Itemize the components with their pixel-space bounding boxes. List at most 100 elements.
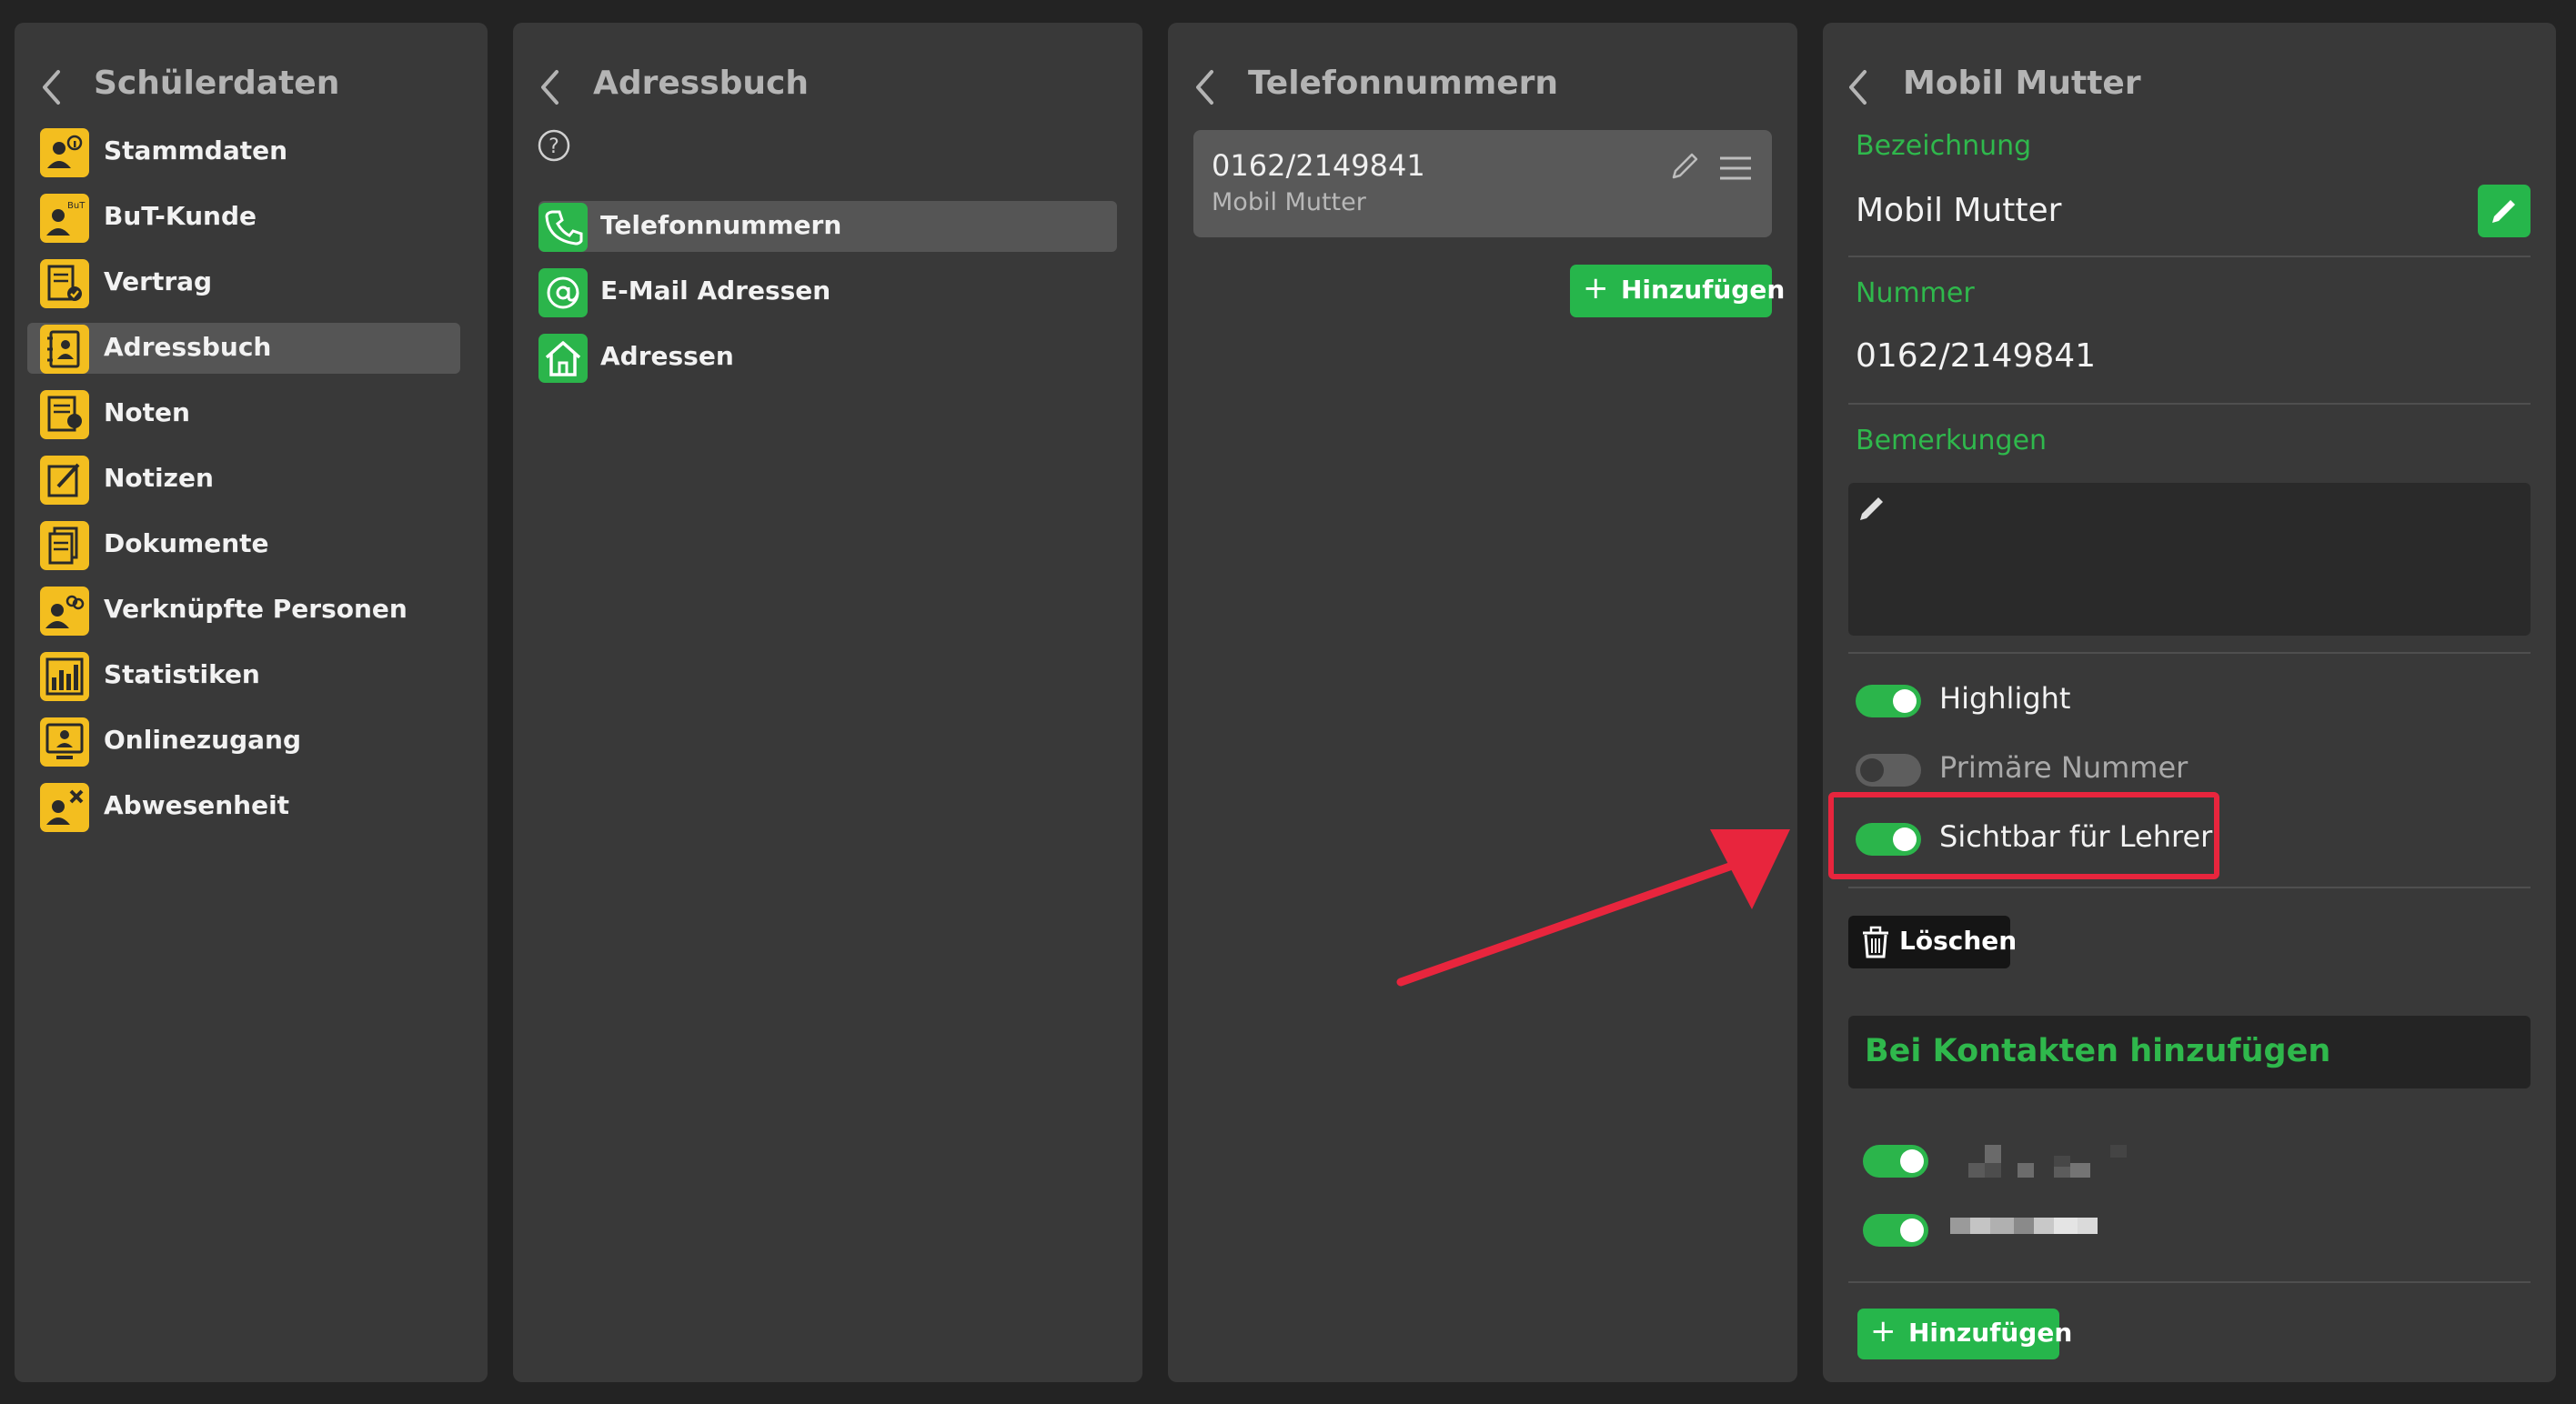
panel-title: Adressbuch: [593, 65, 810, 102]
delete-button[interactable]: Löschen: [1848, 916, 2017, 968]
toggle-knob: [1893, 689, 1917, 713]
notes-icon: [40, 456, 89, 505]
linked-persons-icon: [40, 587, 89, 636]
remarks-textarea[interactable]: [1848, 483, 2531, 636]
red-highlight-box: [1828, 792, 2219, 879]
toggle-knob: [1860, 758, 1884, 782]
divider: [1848, 256, 2531, 257]
help-question-icon[interactable]: ?: [537, 128, 571, 163]
blurred-contact-name: [1950, 1218, 2098, 1234]
remarks-label: Bemerkungen: [1856, 425, 2048, 456]
add-contact-label: Hinzufügen: [1908, 1318, 2073, 1348]
student-data-panel: Schülerdaten Stammdaten BuT BuT-Kunde Ve…: [15, 23, 488, 1382]
addressbook-panel: Adressbuch ? Telefonnummern E-Mail Adres…: [513, 23, 1142, 1382]
designation-value: Mobil Mutter: [1856, 192, 2062, 229]
sidebar-item-statistiken[interactable]: Statistiken: [27, 650, 460, 701]
sidebar-item-notizen[interactable]: Notizen: [27, 454, 460, 505]
phone-entry-number: 0162/2149841: [1212, 148, 1425, 183]
divider: [1848, 652, 2531, 654]
pencil-icon: [2492, 200, 2515, 223]
plus-icon: +: [1583, 270, 1609, 306]
trash-icon: [1863, 926, 1888, 958]
plus-icon: +: [1870, 1313, 1897, 1349]
toggle-knob: [1900, 1149, 1924, 1173]
addressbook-item-label: Telefonnummern: [600, 210, 842, 240]
phone-entry-card[interactable]: 0162/2149841 Mobil Mutter: [1193, 130, 1772, 237]
phone-entry-label: Mobil Mutter: [1212, 188, 1366, 216]
panel-title: Telefonnummern: [1248, 65, 1559, 102]
drag-handle-icon[interactable]: [1717, 154, 1754, 183]
back-chevron-icon[interactable]: [1845, 66, 1872, 108]
addressbook-item-telefonnummern[interactable]: Telefonnummern: [538, 201, 1117, 252]
sidebar-item-verknuepfte-personen[interactable]: Verknüpfte Personen: [27, 585, 460, 636]
address-book-icon: [40, 325, 89, 374]
divider: [1848, 1281, 2531, 1283]
online-access-icon: [40, 717, 89, 767]
sidebar-item-adressbuch[interactable]: Adressbuch: [27, 323, 460, 374]
house-icon: [538, 334, 588, 383]
back-chevron-icon[interactable]: [38, 66, 65, 108]
primary-number-toggle[interactable]: [1856, 754, 1921, 787]
grades-icon: [40, 390, 89, 439]
toggle-knob: [1900, 1218, 1924, 1242]
svg-text:?: ?: [548, 135, 559, 158]
absence-icon: [40, 783, 89, 832]
phone-numbers-panel: Telefonnummern 0162/2149841 Mobil Mutter…: [1168, 23, 1797, 1382]
back-chevron-icon[interactable]: [537, 66, 564, 108]
sidebar-item-label: Vertrag: [104, 266, 213, 296]
sidebar-item-label: Onlinezugang: [104, 725, 301, 755]
sidebar-item-vertrag[interactable]: Vertrag: [27, 257, 460, 308]
add-contact-button[interactable]: + Hinzufügen: [1857, 1309, 2072, 1359]
divider: [1848, 887, 2531, 888]
add-to-contacts-title: Bei Kontakten hinzufügen: [1865, 1033, 2331, 1069]
addressbook-item-email[interactable]: E-Mail Adressen: [538, 266, 1117, 317]
sidebar-item-label: Notizen: [104, 463, 214, 493]
number-value[interactable]: 0162/2149841: [1856, 337, 2096, 375]
designation-label: Bezeichnung: [1856, 130, 2032, 162]
sidebar-item-label: BuT-Kunde: [104, 201, 257, 231]
back-chevron-icon[interactable]: [1192, 66, 1219, 108]
sidebar-item-onlinezugang[interactable]: Onlinezugang: [27, 716, 460, 767]
add-to-contacts-header: Bei Kontakten hinzufügen: [1848, 1016, 2531, 1088]
divider: [1848, 403, 2531, 405]
pencil-icon: [1860, 497, 1883, 520]
contract-icon: [40, 259, 89, 308]
blurred-contact-name: [1968, 1145, 2127, 1178]
addressbook-item-adressen[interactable]: Adressen: [538, 332, 1117, 383]
phone-detail-panel: Mobil Mutter Bezeichnung Mobil Mutter Nu…: [1823, 23, 2556, 1382]
documents-icon: [40, 521, 89, 570]
sidebar-item-label: Noten: [104, 397, 190, 427]
person-info-icon: [40, 128, 89, 177]
svg-text:BuT: BuT: [67, 201, 86, 211]
sidebar-item-label: Dokumente: [104, 528, 269, 558]
sidebar-item-label: Verknüpfte Personen: [104, 594, 408, 624]
phone-icon: [538, 203, 588, 252]
contact-toggle[interactable]: [1863, 1214, 1928, 1247]
at-icon: [538, 268, 588, 317]
sidebar-item-abwesenheit[interactable]: Abwesenheit: [27, 781, 460, 832]
highlight-toggle[interactable]: [1856, 685, 1921, 717]
sidebar-item-noten[interactable]: Noten: [27, 388, 460, 439]
red-arrow-annotation: [1396, 829, 1790, 987]
pencil-icon[interactable]: [1668, 150, 1701, 183]
number-label: Nummer: [1856, 277, 1975, 309]
primary-number-toggle-label: Primäre Nummer: [1939, 750, 2189, 785]
sidebar-item-dokumente[interactable]: Dokumente: [27, 519, 460, 570]
edit-designation-button[interactable]: [2478, 185, 2531, 237]
add-phone-button[interactable]: + Hinzufügen: [1570, 265, 1785, 317]
panel-title: Schülerdaten: [94, 65, 340, 102]
addressbook-item-label: Adressen: [600, 341, 734, 371]
delete-label: Löschen: [1899, 926, 2018, 956]
sidebar-item-stammdaten[interactable]: Stammdaten: [27, 126, 460, 177]
add-phone-label: Hinzufügen: [1621, 275, 1786, 305]
contact-toggle[interactable]: [1863, 1145, 1928, 1178]
statistics-icon: [40, 652, 89, 701]
sidebar-item-label: Statistiken: [104, 659, 260, 689]
highlight-toggle-label: Highlight: [1939, 681, 2071, 716]
sidebar-item-label: Adressbuch: [104, 332, 272, 362]
but-customer-icon: BuT: [40, 194, 89, 243]
sidebar-item-but-kunde[interactable]: BuT BuT-Kunde: [27, 192, 460, 243]
sidebar-item-label: Abwesenheit: [104, 790, 290, 820]
addressbook-item-label: E-Mail Adressen: [600, 276, 831, 306]
sidebar-item-label: Stammdaten: [104, 135, 288, 165]
